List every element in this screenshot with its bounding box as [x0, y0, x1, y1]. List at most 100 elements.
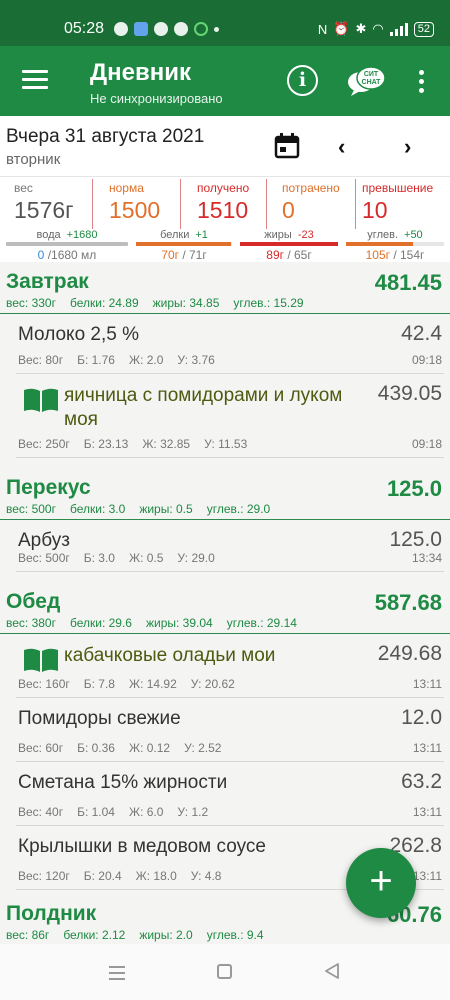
food-entry[interactable]: кабачковые оладьи мои 249.68 Вес: 160г Б: 7…: [16, 634, 444, 698]
app-title: Дневник: [90, 59, 191, 86]
macro-delta: +1: [195, 229, 208, 241]
recipe-book-icon: [22, 646, 60, 674]
food-protein: Б: 7.8: [83, 677, 115, 691]
macro-value: 0 /1680 мл: [6, 248, 128, 262]
food-carbs: У: 3.76: [177, 353, 215, 367]
macro-name: углев.: [367, 229, 399, 241]
meal-fat: жиры: 0.5: [139, 502, 193, 516]
food-nutrients: Вес: 250г Б: 23.13 Ж: 32.85 У: 11.53: [18, 437, 261, 451]
back-icon[interactable]: [323, 962, 341, 980]
daily-summary: вес 1576г норма 1500 получено 1510 потра…: [0, 176, 450, 262]
meal-nutrients: вес: 500г белки: 3.0 жиры: 0.5 углев.: 29.0: [6, 502, 284, 516]
spent-summary: потрачено 0: [282, 181, 340, 229]
macro-value: 70г / 71г: [136, 248, 232, 262]
food-time: 13:11: [412, 677, 442, 691]
meal-calories: 587.68: [374, 590, 442, 615]
date-weekday: вторник: [6, 151, 61, 168]
meal-header[interactable]: Перекус 125.0 вес: 500г белки: 3.0 жиры: 0.5…: [0, 468, 450, 520]
weight-label: вес: [14, 181, 33, 195]
meal-header[interactable]: Завтрак 481.45 вес: 330г белки: 24.89 жиры: …: [0, 262, 450, 314]
weight-value: 1576г: [14, 197, 74, 223]
chevron-right-icon[interactable]: ›: [404, 134, 411, 160]
food-carbs: У: 11.53: [204, 437, 248, 451]
macro-progress-bar: [240, 242, 338, 246]
food-weight: Вес: 60г: [18, 741, 64, 755]
food-fat: Ж: 18.0: [135, 869, 177, 883]
meal-protein: белки: 29.6: [69, 616, 132, 630]
meal-calories: 481.45: [374, 270, 442, 295]
app-bar: Дневник Не синхронизировано i СИТ CHAT: [0, 46, 450, 116]
food-entry[interactable]: Сметана 15% жирности 63.2 Вес: 40г Б: 1.04 Ж…: [16, 762, 444, 826]
chat-icon[interactable]: СИТ CHAT: [346, 64, 386, 98]
add-food-button[interactable]: +: [346, 848, 416, 918]
check-icon: [194, 22, 208, 36]
meal-name: Завтрак: [6, 270, 89, 293]
weight-summary: вес 1576г: [14, 181, 74, 229]
food-carbs: У: 20.62: [190, 677, 235, 691]
home-icon[interactable]: [217, 964, 232, 979]
food-entry[interactable]: Помидоры свежие 12.0 Вес: 60г Б: 0.36 Ж: 0.1…: [16, 698, 444, 762]
food-fat: Ж: 6.0: [128, 805, 164, 819]
meal-name: Полдник: [6, 902, 97, 925]
food-entry[interactable]: Молоко 2,5 % 42.4 Вес: 80г Б: 1.76 Ж: 2.0 У: …: [16, 314, 444, 374]
food-carbs: У: 4.8: [190, 869, 222, 883]
svg-text:СИТ: СИТ: [364, 71, 379, 78]
food-entry[interactable]: Арбуз 125.0 Вес: 500г Б: 3.0 Ж: 0.5 У: 29.0 13…: [16, 520, 444, 572]
food-name: Крылышки в медовом соусе: [18, 836, 266, 857]
meal-header[interactable]: Обед 587.68 вес: 380г белки: 29.6 жиры: 39.0…: [0, 582, 450, 634]
food-time: 13:34: [411, 551, 442, 565]
food-name: яичница с помидорами и луком моя: [64, 385, 343, 430]
macro-progress-bar: [6, 242, 128, 246]
hamburger-menu-icon[interactable]: [22, 70, 48, 90]
meal-weight: вес: 500г: [6, 502, 56, 516]
macro-current: 70г: [161, 248, 179, 262]
macro-delta: +50: [404, 229, 423, 241]
food-entry[interactable]: яичница с помидорами и луком моя 439.05 Ве…: [16, 374, 444, 458]
food-weight: Вес: 160г: [18, 677, 70, 691]
food-fat: Ж: 0.12: [128, 741, 171, 755]
food-name: Молоко 2,5 %: [18, 324, 140, 345]
macro-2: жиры -23 89г / 65г: [240, 229, 338, 262]
calendar-icon[interactable]: [274, 132, 300, 159]
food-calories: 125.0: [389, 528, 442, 551]
more-options-icon[interactable]: [419, 70, 425, 97]
food-protein: Б: 0.36: [77, 741, 115, 755]
received-label: получено: [197, 181, 250, 195]
meal-weight: вес: 380г: [6, 616, 56, 630]
meal-protein: белки: 24.89: [69, 296, 139, 310]
food-nutrients: Вес: 500г Б: 3.0 Ж: 0.5 У: 29.0: [18, 551, 229, 565]
food-protein: Б: 1.04: [77, 805, 115, 819]
excess-label: превышение: [362, 181, 434, 195]
meal-carbs: углев.: 9.4: [206, 928, 264, 942]
macro-label: углев. +50: [346, 229, 444, 241]
spent-value: 0: [282, 197, 295, 223]
macro-progress-bar: [136, 242, 232, 246]
food-protein: Б: 20.4: [83, 869, 122, 883]
received-summary: получено 1510: [197, 181, 249, 229]
app-notification-icon: [134, 22, 148, 36]
macro-delta: -23: [297, 229, 314, 241]
food-name: кабачковые оладьи мои: [64, 645, 276, 666]
date-title: Вчера 31 августа 2021: [6, 126, 205, 147]
food-nutrients: Вес: 60г Б: 0.36 Ж: 0.12 У: 2.52: [18, 741, 235, 755]
meal-nutrients: вес: 86г белки: 2.12 жиры: 2.0 углев.: 9.4: [6, 928, 278, 942]
pinterest-icon: [174, 22, 188, 36]
food-name: Арбуз: [18, 530, 70, 551]
chevron-left-icon[interactable]: ‹: [338, 134, 345, 160]
received-value: 1510: [197, 197, 249, 223]
info-icon[interactable]: i: [287, 65, 318, 96]
excess-value: 10: [362, 197, 388, 223]
food-fat: Ж: 14.92: [128, 677, 177, 691]
food-weight: Вес: 120г: [18, 869, 70, 883]
norm-label: норма: [109, 181, 144, 195]
diary-list[interactable]: Завтрак 481.45 вес: 330г белки: 24.89 жиры: …: [0, 262, 450, 944]
date-header: Вчера 31 августа 2021 вторник ‹ ›: [0, 116, 450, 176]
recent-apps-icon[interactable]: [109, 966, 125, 984]
macro-1: белки +1 70г / 71г: [136, 229, 232, 262]
macro-target: / 154г: [390, 248, 425, 262]
macro-target: /1680 мл: [44, 248, 97, 262]
food-carbs: У: 1.2: [177, 805, 209, 819]
message-icon: [114, 22, 128, 36]
food-calories: 12.0: [401, 706, 442, 729]
macro-delta: +1680: [66, 229, 98, 241]
